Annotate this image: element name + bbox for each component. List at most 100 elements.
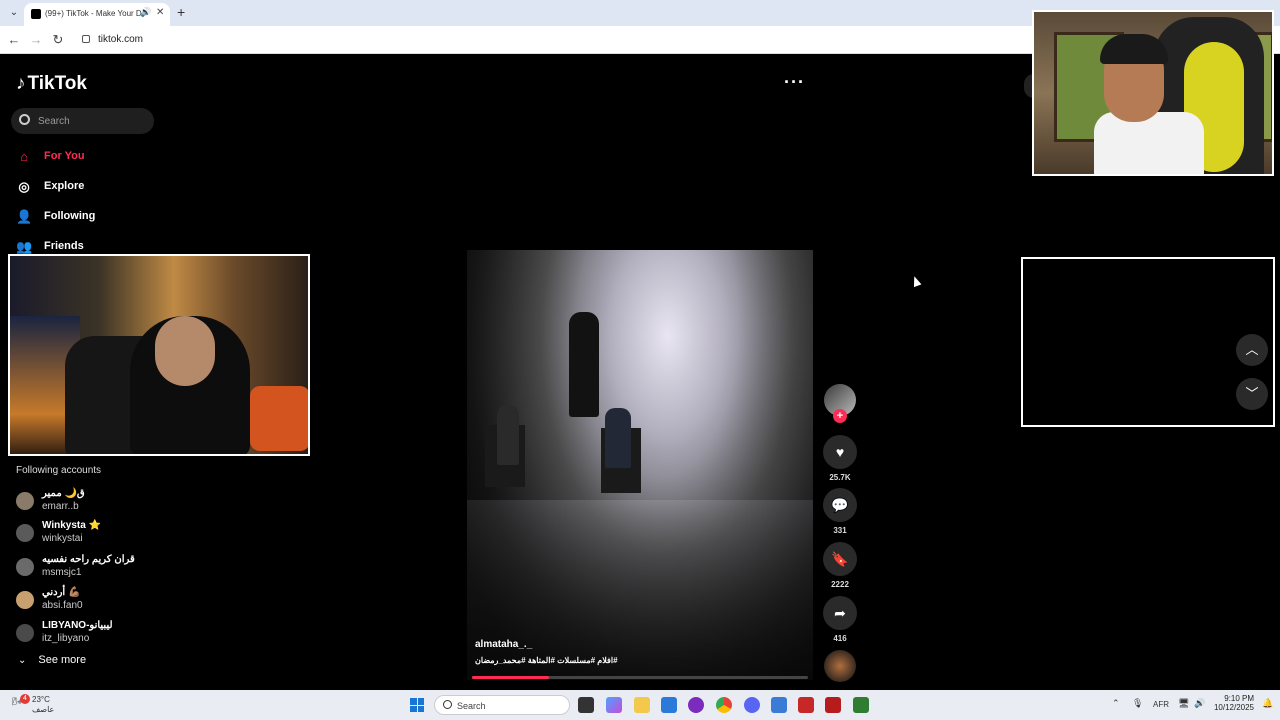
app-green-icon[interactable] (853, 697, 869, 713)
account-username: msmsjc1 (42, 567, 82, 578)
tab-title: (99+) TikTok - Make Your Day (45, 9, 145, 18)
notification-bell-icon[interactable]: 🔔 (1262, 698, 1273, 709)
following-account[interactable]: أردني 💪🏽 absi.fan0 (16, 587, 216, 617)
streamer-hair (1100, 34, 1168, 64)
task-view-icon[interactable] (578, 697, 594, 713)
see-more-label: See more (38, 654, 87, 666)
sidebar-item-label: Following (44, 210, 96, 222)
forward-arrow-icon[interactable]: → (28, 32, 44, 47)
tiktok-note-icon: ♪ (16, 73, 26, 94)
tab-search-chevron-icon[interactable]: ⌄ (6, 5, 22, 21)
comment-icon: 💬 (831, 497, 849, 513)
heart-icon: ♥ (835, 444, 845, 460)
account-name: Winkysta ⭐ (42, 520, 102, 531)
taskbar-search-placeholder: Search (457, 701, 486, 711)
following-account[interactable]: قران كريم راحه نفسيه msmsjc1 (16, 554, 216, 584)
comment-count: 331 (833, 526, 847, 535)
following-account[interactable]: LIBYANO-ليبيانو itz_libyano (16, 620, 216, 650)
browser-tab[interactable]: (99+) TikTok - Make Your Day 🔊 ✕ (24, 3, 170, 26)
url-field[interactable]: tiktok.com (98, 34, 143, 45)
following-account[interactable]: ق🌙 ممير emarr..b (16, 488, 216, 518)
windows-start-icon[interactable] (410, 698, 424, 712)
avatar (16, 558, 34, 576)
chevron-down-icon: ﹀ (1245, 386, 1259, 401)
video-progress-fill (472, 676, 550, 679)
video-author[interactable]: almataha_._ (475, 639, 532, 650)
app-window-icon[interactable] (771, 697, 787, 713)
weather-badge: 4 (20, 694, 30, 704)
streamer-body (1094, 112, 1204, 174)
reload-icon[interactable]: ↻ (50, 32, 66, 48)
save-button[interactable]: 🔖 (823, 542, 857, 576)
seated-woman (497, 405, 519, 465)
bookmark-icon: 🔖 (831, 551, 849, 567)
avatar (16, 591, 34, 609)
sidebar-item-label: Friends (44, 240, 84, 252)
tiktok-logo[interactable]: ♪ TikTok (16, 73, 87, 95)
seated-man (605, 408, 631, 468)
opera-icon[interactable] (688, 697, 704, 713)
search-icon (443, 700, 452, 709)
new-tab-button[interactable]: + (177, 4, 185, 20)
following-account[interactable]: Winkysta ⭐ winkystai (16, 520, 216, 550)
obs-app-icon[interactable] (798, 697, 814, 713)
network-icon[interactable]: 🖥 (1178, 698, 1189, 709)
microphone-icon[interactable]: 🎙 (1132, 698, 1143, 709)
language-indicator[interactable]: AFR (1153, 700, 1169, 709)
tiktok-favicon-icon (31, 9, 41, 19)
logo-text: TikTok (27, 73, 87, 94)
account-username: emarr..b (42, 501, 79, 512)
close-tab-icon[interactable]: ✕ (156, 7, 164, 18)
share-button[interactable]: ➦ (823, 596, 857, 630)
speaker-icon[interactable]: 🔊 (140, 7, 151, 18)
next-video-button[interactable]: ﹀ (1236, 378, 1268, 410)
file-explorer-icon[interactable] (634, 697, 650, 713)
search-placeholder: Search (38, 116, 70, 127)
orange-pillow (250, 386, 308, 451)
standing-figure (569, 312, 599, 417)
volume-icon[interactable]: 🔊 (1194, 698, 1205, 709)
app-red-icon[interactable] (825, 697, 841, 713)
video-progress-bar[interactable] (472, 676, 808, 679)
chrome-icon[interactable] (716, 697, 732, 713)
sidebar-item-label: Explore (44, 180, 85, 192)
search-icon (19, 114, 30, 125)
chevron-up-icon: ︿ (1245, 342, 1259, 357)
store-icon[interactable] (661, 697, 677, 713)
avatar (16, 624, 34, 642)
account-name: LIBYANO-ليبيانو (42, 620, 113, 631)
account-name: أردني 💪🏽 (42, 587, 81, 598)
avatar (16, 524, 34, 542)
video-hashtags[interactable]: #افلام #مسلسلات #المتاهة #محمد_رمضان (475, 656, 635, 665)
like-button[interactable]: ♥ (823, 435, 857, 469)
webcam-overlay-left (8, 254, 310, 456)
more-options-button[interactable]: ··· (784, 72, 805, 93)
system-clock[interactable]: 9:10 PM 10/12/2025 (1212, 694, 1254, 712)
streamer-head (155, 316, 215, 386)
previous-video-button[interactable]: ︿ (1236, 334, 1268, 366)
discord-icon[interactable] (744, 697, 760, 713)
music-disc-icon[interactable] (824, 650, 856, 682)
share-icon: ➦ (834, 605, 846, 621)
video-player[interactable] (467, 250, 813, 680)
weather-temp: 23°C (32, 695, 50, 704)
like-count: 25.7K (829, 473, 851, 482)
see-more-button[interactable]: ⌄ See more (18, 654, 86, 666)
site-info-icon[interactable] (82, 35, 90, 43)
save-count: 2222 (831, 580, 849, 589)
account-name: قران كريم راحه نفسيه (42, 554, 135, 565)
follow-plus-icon[interactable]: + (833, 409, 847, 423)
account-name: ق🌙 ممير (42, 488, 85, 499)
sidebar-item-label: For You (44, 150, 85, 162)
back-arrow-icon[interactable]: ← (6, 32, 22, 47)
copilot-icon[interactable] (606, 697, 622, 713)
weather-condition: عاصف (32, 705, 55, 714)
tray-chevron-icon[interactable]: ⌃ (1112, 698, 1120, 709)
chevron-down-icon: ⌄ (18, 655, 27, 666)
clock-time: 9:10 PM (1224, 694, 1254, 703)
search-input[interactable]: Search (11, 108, 154, 134)
comment-button[interactable]: 💬 (823, 488, 857, 522)
taskbar-search-input[interactable]: Search (434, 695, 570, 715)
account-username: absi.fan0 (42, 600, 83, 611)
webcam-overlay-right (1032, 10, 1274, 176)
